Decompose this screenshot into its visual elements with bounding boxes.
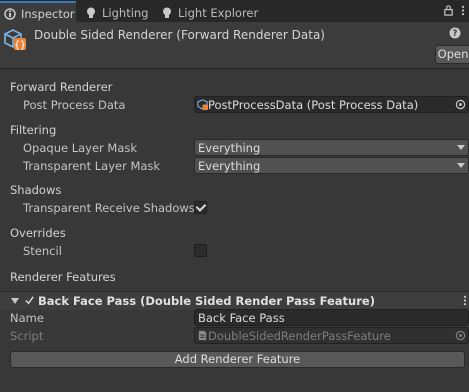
section-overrides: Overrides (10, 226, 66, 240)
script-value: DoubleSidedRenderPassFeature (208, 329, 391, 343)
section-filtering: Filtering (10, 123, 57, 137)
opaque-layer-mask-dropdown[interactable]: Everything (194, 139, 469, 156)
section-forward-renderer: Forward Renderer (10, 80, 113, 94)
scriptable-object-icon (197, 99, 208, 110)
lock-icon[interactable] (443, 5, 454, 16)
script-field: DoubleSidedRenderPassFeature (194, 327, 469, 344)
script-file-icon (198, 330, 207, 341)
stencil-label: Stencil (23, 244, 62, 258)
asset-title: Double Sided Renderer (Forward Renderer … (34, 28, 325, 42)
lightbulb-icon (87, 7, 95, 18)
opaque-layer-mask-value: Everything (198, 141, 261, 155)
add-renderer-feature-button[interactable]: Add Renderer Feature (10, 351, 465, 368)
transparent-receive-shadows-label: Transparent Receive Shadows (23, 201, 195, 215)
section-shadows: Shadows (10, 183, 62, 197)
tab-light-explorer-label: Light Explorer (178, 5, 259, 20)
scriptable-object-icon: {} (4, 29, 26, 51)
script-label: Script (10, 329, 44, 343)
section-renderer-features: Renderer Features (10, 270, 116, 284)
opaque-layer-mask-label: Opaque Layer Mask (23, 141, 138, 155)
post-process-data-value: PostProcessData (Post Process Data) (208, 98, 419, 112)
stencil-checkbox[interactable] (194, 244, 207, 257)
inspector-header: {} Double Sided Renderer (Forward Render… (0, 22, 469, 69)
object-picker-icon (455, 330, 466, 341)
foldout-arrow-icon[interactable] (11, 298, 19, 304)
tab-bar: Inspector Lighting Light Explorer (0, 0, 469, 24)
chevron-down-icon (457, 145, 465, 150)
tab-inspector[interactable]: Inspector (0, 1, 76, 24)
chevron-down-icon (457, 163, 465, 168)
tab-lighting[interactable]: Lighting (84, 3, 156, 22)
transparent-receive-shadows-checkbox[interactable] (194, 201, 207, 214)
post-process-data-label: Post Process Data (23, 98, 126, 112)
tab-lighting-label: Lighting (102, 5, 149, 20)
name-label: Name (10, 311, 44, 325)
tab-light-explorer[interactable]: Light Explorer (160, 3, 270, 22)
transparent-layer-mask-label: Transparent Layer Mask (23, 159, 161, 173)
svg-text:?: ? (453, 29, 458, 39)
transparent-layer-mask-value: Everything (198, 159, 261, 173)
name-field[interactable]: Back Face Pass (194, 309, 469, 326)
feature-title: Back Face Pass (Double Sided Render Pass… (38, 294, 375, 308)
tab-inspector-label: Inspector (21, 6, 75, 21)
lightbulb-icon (163, 7, 171, 18)
post-process-data-field[interactable]: PostProcessData (Post Process Data) (194, 96, 469, 113)
kebab-menu-icon[interactable] (463, 295, 467, 306)
inspector-icon (4, 7, 16, 20)
check-icon[interactable] (24, 295, 35, 306)
name-value: Back Face Pass (198, 311, 285, 325)
kebab-menu-icon[interactable] (461, 5, 465, 16)
feature-header[interactable]: Back Face Pass (Double Sided Render Pass… (0, 291, 469, 310)
svg-text:{}: {} (14, 40, 26, 51)
transparent-layer-mask-dropdown[interactable]: Everything (194, 157, 469, 174)
object-picker-icon[interactable] (455, 99, 466, 110)
open-button[interactable]: Open (435, 45, 469, 64)
help-icon[interactable]: ? (449, 27, 461, 39)
